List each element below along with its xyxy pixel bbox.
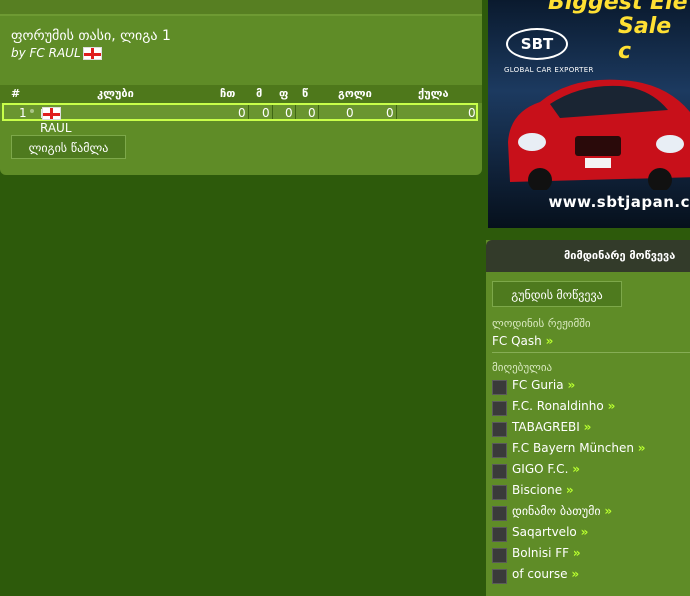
- row-rank: 1: [19, 106, 27, 120]
- team-name-link[interactable]: Saqartvelo »: [512, 525, 588, 539]
- col-rank: #: [11, 87, 21, 100]
- cell-separator: [248, 105, 249, 119]
- team-list-item[interactable]: F.C. Ronaldinho »: [492, 399, 690, 417]
- cell-separator: [396, 105, 397, 119]
- league-author-text[interactable]: by FC RAUL: [11, 46, 81, 60]
- row-points: 0: [468, 106, 476, 120]
- cell-separator: [295, 105, 296, 119]
- col-goals: გოლი: [338, 87, 372, 100]
- col-points: ქულა: [418, 87, 449, 100]
- league-panel: ფორუმის თასი, ლიგა 1 by FC RAUL # კლუბი …: [0, 0, 482, 175]
- georgia-flag-icon: [42, 107, 61, 120]
- team-list-item[interactable]: Saqartvelo »: [492, 525, 690, 543]
- team-name[interactable]: Bolnisi FF: [512, 546, 569, 560]
- chevron-right-icon: »: [545, 334, 554, 348]
- chevron-right-icon: »: [565, 483, 574, 497]
- team-name[interactable]: Biscione: [512, 483, 562, 497]
- team-checkbox[interactable]: [492, 548, 507, 563]
- team-checkbox[interactable]: [492, 401, 507, 416]
- team-name[interactable]: FC Guria: [512, 378, 564, 392]
- team-checkbox[interactable]: [492, 422, 507, 437]
- team-list-item[interactable]: დინამო ბათუმი »: [492, 504, 690, 522]
- georgia-flag-icon: [82, 47, 102, 60]
- ad-banner[interactable]: Biggest Ele Sale c SBT GLOBAL CAR EXPORT…: [488, 0, 690, 228]
- row-draws: 0: [285, 106, 293, 120]
- bullet-icon: [30, 109, 34, 113]
- team-list-item[interactable]: of course »: [492, 567, 690, 585]
- team-name-link[interactable]: TABAGREBI »: [512, 420, 591, 434]
- team-name[interactable]: F.C Bayern München: [512, 441, 634, 455]
- chevron-right-icon: »: [580, 525, 589, 539]
- team-name-link[interactable]: Biscione »: [512, 483, 574, 497]
- cell-separator: [318, 105, 319, 119]
- chevron-right-icon: »: [572, 546, 581, 560]
- team-name-link[interactable]: of course »: [512, 567, 579, 581]
- divider: [492, 352, 690, 353]
- team-name[interactable]: TABAGREBI: [512, 420, 580, 434]
- league-table-button[interactable]: ლიგის წამლა: [11, 135, 126, 159]
- team-name-link[interactable]: Bolnisi FF »: [512, 546, 581, 560]
- panel-top-strip: [0, 0, 482, 16]
- team-checkbox[interactable]: [492, 464, 507, 479]
- team-list-item[interactable]: Biscione »: [492, 483, 690, 501]
- chevron-right-icon: »: [571, 567, 580, 581]
- team-name-link[interactable]: დინამო ბათუმი »: [512, 504, 612, 518]
- car-image: [508, 79, 690, 190]
- col-wins: მ: [256, 87, 263, 100]
- row-goals-against: 0: [386, 106, 394, 120]
- league-title: ფორუმის თასი, ლიგა 1: [11, 28, 171, 44]
- team-name[interactable]: F.C. Ronaldinho: [512, 399, 604, 413]
- team-list-item[interactable]: TABAGREBI »: [492, 420, 690, 438]
- row-wins: 0: [262, 106, 270, 120]
- chevron-right-icon: »: [583, 420, 592, 434]
- col-draws: ფ: [279, 87, 289, 100]
- chevron-right-icon: »: [572, 462, 580, 476]
- team-checkbox[interactable]: [492, 569, 507, 584]
- team-checkbox[interactable]: [492, 527, 507, 542]
- col-club: კლუბი: [97, 87, 134, 100]
- team-list-item[interactable]: Bolnisi FF »: [492, 546, 690, 564]
- waiting-team-name[interactable]: FC Qash: [492, 334, 542, 348]
- row-losses: 0: [308, 106, 316, 120]
- col-played: ჩთ: [220, 87, 236, 100]
- table-header: # კლუბი ჩთ მ ფ წ გოლი ქულა: [0, 85, 482, 103]
- team-list-item[interactable]: FC Guria »: [492, 378, 690, 396]
- sbt-logo: SBT: [506, 28, 568, 60]
- team-name[interactable]: დინამო ბათუმი: [512, 504, 601, 518]
- team-checkbox[interactable]: [492, 443, 507, 458]
- chevron-right-icon: »: [604, 504, 613, 518]
- team-list-item[interactable]: F.C Bayern München »: [492, 441, 690, 459]
- waiting-label: ლოდინის რეჟიმში: [492, 317, 591, 330]
- team-checkbox[interactable]: [492, 380, 507, 395]
- team-name-link[interactable]: GIGO F.C. »: [512, 462, 580, 476]
- waiting-team-link[interactable]: FC Qash »: [492, 334, 553, 348]
- chevron-right-icon: »: [607, 399, 616, 413]
- row-played: 0: [238, 106, 246, 120]
- accepted-label: მიღებულია: [492, 361, 553, 374]
- col-losses: წ: [302, 87, 309, 100]
- matches-header: მიმდინარე მოწვევა: [486, 240, 690, 272]
- chevron-right-icon: »: [567, 378, 576, 392]
- team-checkbox[interactable]: [492, 485, 507, 500]
- team-name-link[interactable]: F.C Bayern München »: [512, 441, 646, 455]
- team-checkbox[interactable]: [492, 506, 507, 521]
- ad-url[interactable]: www.sbtjapan.c: [488, 193, 690, 217]
- row-goals-for: 0: [346, 106, 354, 120]
- matches-panel: მიმდინარე მოწვევა გუნდის მოწვევა ლოდინის…: [486, 240, 690, 596]
- team-list-item[interactable]: GIGO F.C. »: [492, 462, 690, 480]
- team-name[interactable]: GIGO F.C.: [512, 462, 568, 476]
- ad-subheadline: Sale c: [618, 14, 672, 64]
- team-name-link[interactable]: F.C. Ronaldinho »: [512, 399, 615, 413]
- team-name-link[interactable]: FC Guria »: [512, 378, 575, 392]
- invite-team-button[interactable]: გუნდის მოწვევა: [492, 281, 622, 307]
- ad-headline: Biggest Ele: [548, 0, 688, 15]
- chevron-right-icon: »: [637, 441, 646, 455]
- table-row[interactable]: 1 FC RAUL 0 0 0 0 0 0 0: [2, 103, 478, 135]
- league-author: by FC RAUL: [11, 46, 102, 60]
- cell-separator: [272, 105, 273, 119]
- team-name[interactable]: of course: [512, 567, 568, 581]
- team-name[interactable]: Saqartvelo: [512, 525, 577, 539]
